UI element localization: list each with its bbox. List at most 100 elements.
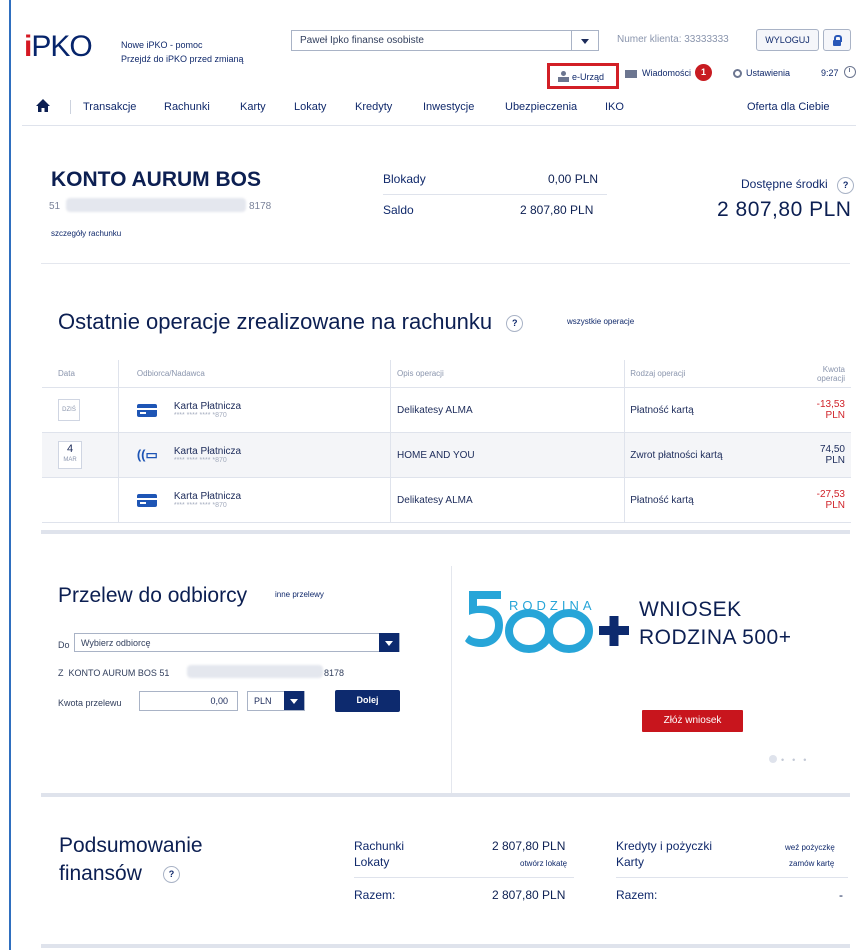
help-icon[interactable]: ?: [837, 177, 855, 194]
transfer-title: Przelew do odbiorcy: [58, 584, 248, 607]
logout-button[interactable]: WYLOGUJ: [756, 29, 819, 51]
blokady-value: 0,00 PLN: [548, 172, 599, 186]
section-divider: [41, 793, 850, 797]
card-mask: **** **** **** *870: [173, 457, 227, 464]
recipient-placeholder: Wybierz odbiorcę: [81, 638, 151, 648]
payer-name: Karta Płatnicza: [173, 401, 242, 412]
messages-label: Wiadomości: [642, 68, 692, 78]
available-funds-value: 2 807,80 PLN: [717, 198, 852, 221]
account-details-link[interactable]: szczegóły rachunku: [51, 229, 121, 238]
messages-link[interactable]: Wiadomości: [625, 68, 691, 78]
help-icon[interactable]: ?: [506, 314, 524, 332]
page-frame: iPKO Nowe iPKO - pomoc Przejdź do iPKO p…: [9, 0, 857, 950]
nav-rachunki[interactable]: Rachunki: [164, 101, 210, 113]
date-badge: 4 MAR: [58, 441, 82, 469]
amount-label: Kwota przelewu: [58, 698, 122, 708]
messages-count-badge: 1: [695, 64, 712, 81]
amount-input[interactable]: 0,00: [139, 691, 238, 711]
chevron-down-icon[interactable]: [284, 691, 304, 710]
currency-select[interactable]: PLN: [247, 691, 305, 711]
razem2-label: Razem:: [616, 888, 658, 902]
kredyty-label: Kredyty i pożyczki: [616, 839, 713, 853]
chevron-down-icon[interactable]: [379, 633, 399, 652]
table-row[interactable]: DZIŚ Karta Płatnicza **** **** **** *870 …: [42, 387, 851, 433]
blokady-label: Blokady: [383, 172, 426, 186]
open-deposit-link[interactable]: otwórz lokatę: [520, 859, 567, 868]
from-account-masked: [187, 665, 323, 678]
operation-type: Zwrot płatności kartą: [624, 432, 817, 478]
summary-title-2: finansów: [59, 862, 142, 885]
carousel-dot-active[interactable]: [769, 755, 777, 763]
contactless-card-icon: ((▭: [136, 447, 158, 462]
gear-icon: [733, 69, 742, 79]
date-badge: DZIŚ: [58, 399, 80, 421]
order-card-link[interactable]: zamów kartę: [789, 859, 834, 868]
currency-value: PLN: [254, 696, 272, 706]
operations-title: Ostatnie operacje zrealizowane na rachun…: [58, 309, 524, 335]
nav-lokaty[interactable]: Lokaty: [294, 101, 326, 113]
table-row[interactable]: 4 MAR ((▭ Karta Płatnicza **** **** **** *8…: [42, 432, 851, 478]
nav-oferta[interactable]: Oferta dla Ciebie: [747, 101, 830, 113]
saldo-value: 2 807,80 PLN: [520, 203, 594, 217]
eurzad-link[interactable]: e-Urząd: [547, 63, 619, 89]
operation-type: Płatność kartą: [624, 387, 817, 433]
summary-title: Podsumowanie: [59, 834, 203, 857]
col-date: Data: [42, 360, 119, 388]
envelope-icon: [625, 69, 637, 78]
payer-name: Karta Płatnicza: [173, 446, 242, 457]
take-loan-link[interactable]: weź pożyczkę: [785, 843, 835, 852]
razem2-value: -: [839, 888, 843, 902]
payer-name: Karta Płatnicza: [173, 491, 242, 502]
col-amount: Kwota operacji: [816, 360, 851, 388]
all-operations-link[interactable]: wszystkie operacje: [567, 317, 634, 326]
operation-description: Delikatesy ALMA: [390, 387, 626, 433]
karty-label: Karty: [616, 855, 645, 869]
settings-link[interactable]: Ustawienia: [733, 68, 791, 79]
help-link[interactable]: Nowe iPKO - pomoc: [121, 40, 203, 50]
card-mask: **** **** **** *870: [173, 412, 227, 419]
recipient-select[interactable]: Wybierz odbiorcę: [74, 633, 400, 652]
table-header-row: Data Odbiorca/Nadawca Opis operacji Rodz…: [42, 360, 851, 388]
clock-icon: [844, 66, 856, 78]
col-payer: Odbiorca/Nadawca: [118, 360, 392, 388]
banner-heading-1: WNIOSEK: [639, 598, 742, 621]
user-icon: [558, 71, 569, 82]
operation-description: HOME AND YOU: [390, 432, 626, 478]
nav-ubezpieczenia[interactable]: Ubezpieczenia: [505, 101, 577, 113]
lock-icon[interactable]: [823, 29, 851, 51]
nav-inwestycje[interactable]: Inwestycje: [423, 101, 474, 113]
section-divider: [41, 944, 850, 948]
help-icon[interactable]: ?: [163, 866, 180, 883]
home-icon[interactable]: [35, 98, 51, 114]
from-account-suffix: 8178: [324, 668, 345, 678]
table-row[interactable]: Karta Płatnicza **** **** **** *870 Delik…: [42, 477, 851, 523]
operation-amount: -13,53 PLN: [816, 387, 851, 433]
card-mask: **** **** **** *870: [173, 502, 227, 509]
switch-old-ipko-link[interactable]: Przejdź do iPKO przed zmianą: [121, 54, 244, 64]
account-name: KONTO AURUM BOS: [51, 168, 261, 191]
session-time: 9:27: [821, 68, 839, 78]
banner-heading-2: RODZINA 500+: [639, 626, 792, 649]
profile-select[interactable]: Paweł Ipko finanse osobiste: [291, 30, 599, 51]
operations-table: Data Odbiorca/Nadawca Opis operacji Rodz…: [42, 360, 851, 523]
nav-karty[interactable]: Karty: [240, 101, 266, 113]
main-nav: Transakcje Rachunki Karty Lokaty Kredyty…: [22, 98, 856, 126]
col-description: Opis operacji: [390, 360, 626, 388]
to-label: Do: [58, 640, 70, 650]
submit-application-button[interactable]: Złóż wniosek: [642, 710, 743, 732]
carousel-dots[interactable]: •••: [781, 755, 814, 765]
nav-kredyty[interactable]: Kredyty: [355, 101, 392, 113]
account-number-suffix: 8178: [249, 201, 272, 212]
nav-iko[interactable]: IKO: [605, 101, 624, 113]
submit-transfer-button[interactable]: Dolej: [335, 690, 400, 712]
saldo-label: Saldo: [383, 203, 414, 217]
settings-label: Ustawienia: [746, 68, 791, 78]
other-transfers-link[interactable]: inne przelewy: [275, 590, 324, 599]
rachunki-value: 2 807,80 PLN: [492, 839, 566, 853]
chevron-down-icon[interactable]: [571, 31, 598, 50]
razem-value: 2 807,80 PLN: [492, 888, 566, 902]
account-number-prefix: 51: [49, 201, 61, 212]
card-icon: [136, 403, 157, 417]
ipko-logo[interactable]: iPKO: [24, 30, 93, 64]
nav-transakcje[interactable]: Transakcje: [83, 101, 136, 113]
